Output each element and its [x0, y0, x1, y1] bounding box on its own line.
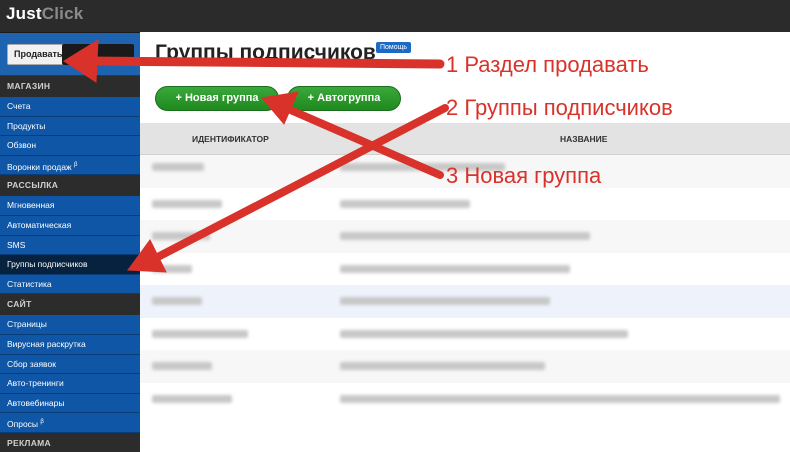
- table-row[interactable]: [140, 252, 790, 285]
- sidebar-item-label: SMS: [7, 239, 26, 250]
- table-row[interactable]: [140, 382, 790, 415]
- sidebar-section-header: МАГАЗИН: [0, 76, 140, 97]
- sidebar-item[interactable]: Вирусная раскрутка: [0, 334, 140, 355]
- sidebar-section-header: РЕКЛАМА: [0, 432, 140, 452]
- beta-badge: β: [40, 419, 44, 426]
- sidebar-section-header: САЙТ: [0, 294, 140, 316]
- sidebar-item[interactable]: Авто-тренинги: [0, 374, 140, 394]
- sidebar-item[interactable]: Страницы: [0, 315, 140, 335]
- sidebar-item-label: Автоматическая: [7, 219, 72, 230]
- sidebar-item[interactable]: Автовебинары: [0, 393, 140, 414]
- auto-group-button[interactable]: + Автогруппа: [287, 86, 401, 111]
- sell-button[interactable]: Продавать: [7, 44, 70, 65]
- sidebar-item-label: Воронки продаж: [7, 161, 72, 172]
- sidebar-item[interactable]: Обзвон: [0, 136, 140, 156]
- annotation-1: 1 Раздел продавать: [446, 52, 649, 77]
- sidebar-item-label: Статистика: [7, 278, 52, 289]
- sidebar-item[interactable]: Автоматическая: [0, 215, 140, 236]
- app-logo[interactable]: JustClick: [6, 4, 83, 24]
- sidebar-item-label: Группы подписчиков: [7, 259, 88, 270]
- table-row[interactable]: [140, 285, 790, 318]
- sell-dropdown[interactable]: [62, 44, 134, 65]
- table-row[interactable]: [140, 187, 790, 220]
- sidebar-item[interactable]: Статистика: [0, 274, 140, 295]
- sidebar-section-header: РАССЫЛКА: [0, 175, 140, 197]
- table-row[interactable]: [140, 220, 790, 253]
- annotation-3: 3 Новая группа: [446, 163, 602, 188]
- sidebar-item-label: Опросы: [7, 419, 39, 430]
- sidebar-item-label: Мгновенная: [7, 200, 55, 211]
- beta-badge: β: [74, 161, 78, 168]
- sidebar-item[interactable]: Опросы β: [0, 413, 140, 433]
- page-title: Группы подписчиков: [155, 41, 376, 64]
- sidebar-item[interactable]: Продукты: [0, 116, 140, 137]
- sidebar-item-label: Автовебинары: [7, 397, 65, 408]
- sidebar-header: Продавать: [0, 33, 140, 76]
- sidebar-item-label: Обзвон: [7, 140, 37, 151]
- sidebar-item-label: Продукты: [7, 120, 46, 131]
- column-header-name[interactable]: НАЗВАНИЕ: [560, 123, 607, 155]
- top-bar: JustClick: [0, 0, 790, 32]
- sidebar-item[interactable]: Группы подписчиков: [0, 255, 140, 275]
- table-row[interactable]: [140, 350, 790, 383]
- sidebar: Продавать МАГАЗИН Счета Продукты Обзвон Воро…: [0, 32, 140, 452]
- table-row[interactable]: [140, 317, 790, 350]
- sidebar-item-label: Сбор заявок: [7, 358, 56, 369]
- sidebar-item[interactable]: Сбор заявок: [0, 354, 140, 375]
- sidebar-item[interactable]: Счета: [0, 97, 140, 117]
- sidebar-item[interactable]: Мгновенная: [0, 196, 140, 216]
- sidebar-item[interactable]: Воронки продаж β: [0, 155, 140, 176]
- sidebar-item-label: Счета: [7, 101, 31, 111]
- table-body: [140, 155, 790, 415]
- column-header-id[interactable]: ИДЕНТИФИКАТОР: [192, 123, 269, 155]
- sidebar-item-label: Страницы: [7, 319, 47, 330]
- sidebar-item[interactable]: SMS: [0, 235, 140, 256]
- sidebar-item-label: Авто-тренинги: [7, 378, 64, 389]
- help-badge[interactable]: Помощь: [376, 42, 412, 53]
- table-header: ИДЕНТИФИКАТОР НАЗВАНИЕ: [140, 123, 790, 155]
- new-group-button[interactable]: + Новая группа: [155, 86, 279, 111]
- sidebar-item-label: Вирусная раскрутка: [7, 338, 86, 349]
- annotation-2: 2 Группы подписчиков: [446, 95, 673, 120]
